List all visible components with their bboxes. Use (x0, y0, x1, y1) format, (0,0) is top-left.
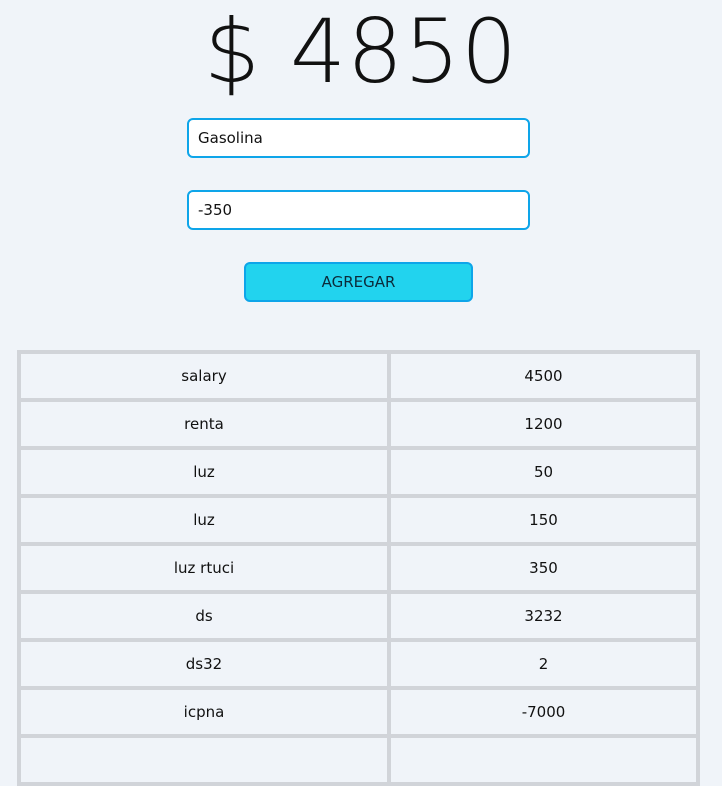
table-row: luz rtuci 350 (17, 542, 700, 594)
entry-amount: 50 (387, 446, 700, 498)
entry-name: luz (17, 494, 391, 546)
entry-amount: 150 (387, 494, 700, 546)
table-row: renta 1200 (17, 398, 700, 450)
table-row: icpna -7000 (17, 686, 700, 738)
entry-name: icpna (17, 686, 391, 738)
entry-name: luz rtuci (17, 542, 391, 594)
table-row (17, 734, 700, 786)
entry-amount: -7000 (387, 686, 700, 738)
entry-amount: 350 (387, 542, 700, 594)
entry-amount: 2 (387, 638, 700, 690)
entry-name: renta (17, 398, 391, 450)
balance-total: $ 4850 (204, 0, 518, 103)
entry-amount (387, 734, 700, 786)
entry-amount: 4500 (387, 350, 700, 402)
add-button[interactable]: AGREGAR (244, 262, 473, 302)
entry-name: ds (17, 590, 391, 642)
entry-name: salary (17, 350, 391, 402)
amount-input[interactable] (187, 190, 530, 230)
entries-table: salary 4500 renta 1200 luz 50 luz 150 luz rtuci 3… (17, 350, 700, 786)
entry-name: luz (17, 446, 391, 498)
entry-name (17, 734, 391, 786)
table-row: luz 150 (17, 494, 700, 546)
description-input[interactable] (187, 118, 530, 158)
table-row: salary 4500 (17, 350, 700, 402)
entry-name: ds32 (17, 638, 391, 690)
table-row: luz 50 (17, 446, 700, 498)
table-row: ds 3232 (17, 590, 700, 642)
entry-amount: 3232 (387, 590, 700, 642)
entry-amount: 1200 (387, 398, 700, 450)
table-row: ds32 2 (17, 638, 700, 690)
